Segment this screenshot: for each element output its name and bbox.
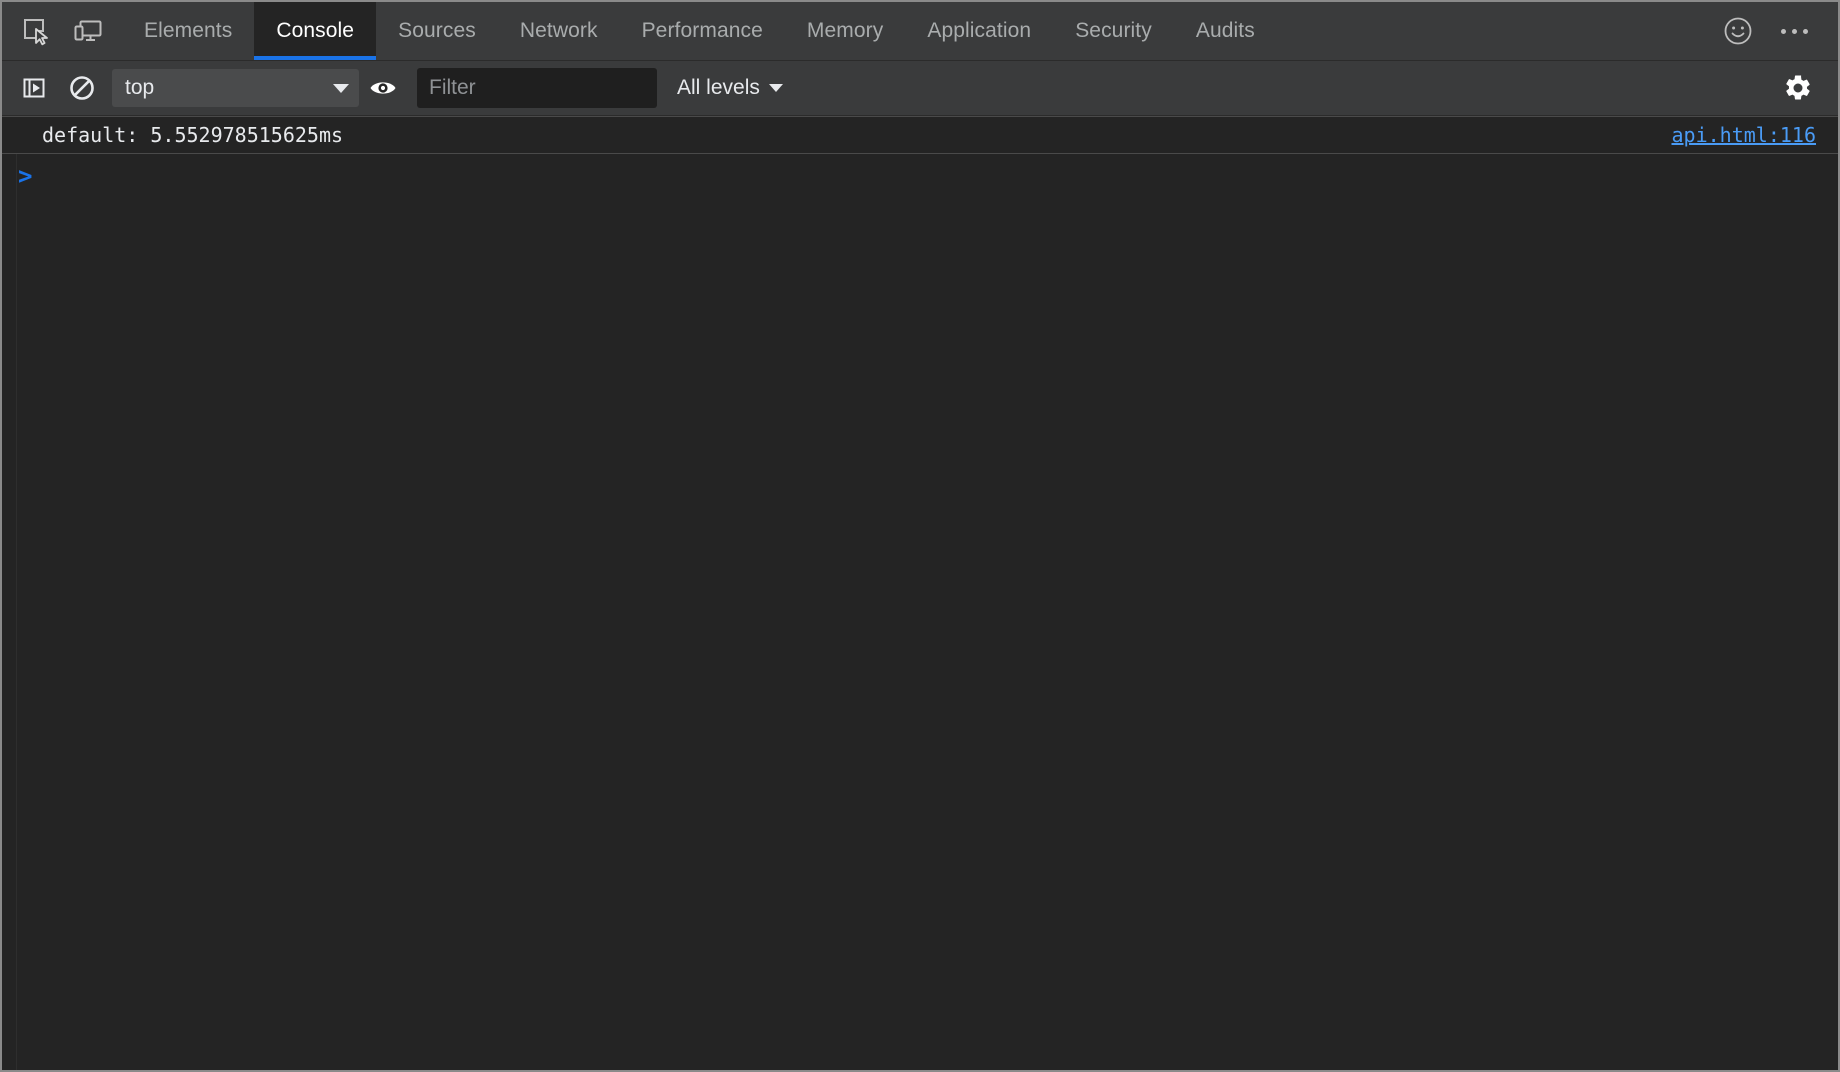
devtools-tabbar: Elements Console Sources Network Perform…	[2, 2, 1838, 61]
gear-icon[interactable]	[1774, 64, 1822, 112]
more-options-icon[interactable]	[1766, 2, 1822, 60]
feedback-smiley-icon[interactable]	[1710, 2, 1766, 60]
console-prompt-chevron-icon: >	[18, 162, 33, 190]
tab-label: Performance	[641, 19, 763, 42]
chevron-down-icon	[768, 84, 783, 92]
tab-label: Elements	[144, 19, 233, 42]
console-filter-toolbar: top All levels	[2, 61, 1838, 116]
more-options-dots	[1780, 28, 1808, 34]
tab-network[interactable]: Network	[498, 2, 620, 60]
execution-context-value: top	[125, 76, 155, 99]
console-prompt-input[interactable]	[44, 153, 1838, 199]
console-message-row[interactable]: default: 5.552978515625ms api.html:116	[2, 116, 1838, 154]
console-prompt-row[interactable]: >	[2, 153, 1838, 199]
tab-label: Network	[519, 19, 598, 42]
tab-label: Audits	[1195, 19, 1255, 42]
tabbar-left-icons	[2, 2, 114, 60]
tab-memory[interactable]: Memory	[785, 2, 905, 60]
tab-label: Sources	[398, 19, 476, 42]
tab-console[interactable]: Console	[254, 2, 377, 60]
tab-label: Memory	[806, 19, 884, 42]
log-level-value: All levels	[677, 76, 760, 99]
clear-console-icon[interactable]	[58, 64, 106, 112]
tab-label: Security	[1075, 19, 1152, 42]
chevron-down-icon	[333, 83, 349, 93]
tab-label: Application	[927, 19, 1032, 42]
filterbar-right-icons	[1774, 64, 1838, 112]
console-message-text: default: 5.552978515625ms	[42, 123, 344, 147]
device-toolbar-icon[interactable]	[62, 2, 114, 60]
console-gutter-divider	[16, 116, 17, 1070]
eye-icon[interactable]	[359, 64, 407, 112]
console-message-source-link[interactable]: api.html:116	[1672, 123, 1817, 147]
console-filter-input[interactable]	[417, 68, 657, 108]
console-message-area[interactable]: default: 5.552978515625ms api.html:116 >	[2, 116, 1838, 1070]
tab-sources[interactable]: Sources	[376, 2, 498, 60]
tab-label: Console	[276, 19, 355, 42]
console-sidebar-toggle-icon[interactable]	[10, 64, 58, 112]
tab-security[interactable]: Security	[1053, 2, 1174, 60]
execution-context-select[interactable]: top	[112, 69, 359, 107]
inspect-element-icon[interactable]	[10, 2, 62, 60]
tabbar-right-icons	[1710, 2, 1838, 60]
devtools-window: Elements Console Sources Network Perform…	[0, 0, 1840, 1072]
tab-application[interactable]: Application	[905, 2, 1053, 60]
tab-elements[interactable]: Elements	[122, 2, 254, 60]
tab-audits[interactable]: Audits	[1174, 2, 1277, 60]
tab-performance[interactable]: Performance	[620, 2, 785, 60]
panel-tabs: Elements Console Sources Network Perform…	[122, 2, 1277, 60]
log-level-select[interactable]: All levels	[671, 72, 789, 104]
